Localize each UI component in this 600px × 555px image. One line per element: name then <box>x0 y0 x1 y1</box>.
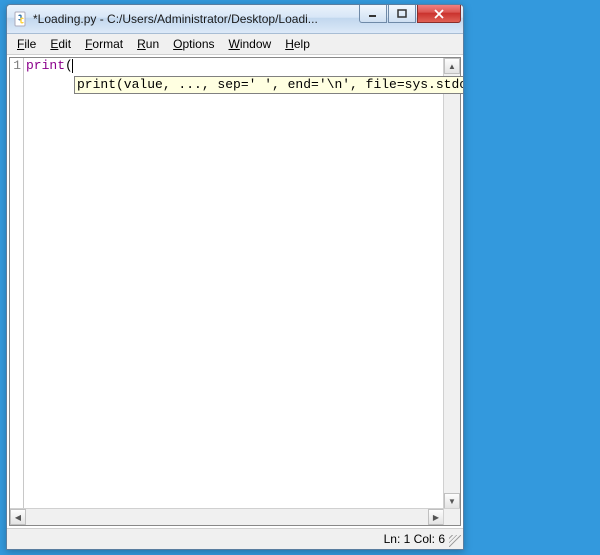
idle-window: *Loading.py - C:/Users/Administrator/Des… <box>6 4 464 550</box>
scroll-left-button[interactable]: ◀ <box>10 509 26 525</box>
scroll-track-horizontal[interactable] <box>26 509 428 525</box>
scroll-corner <box>443 508 460 525</box>
menu-format[interactable]: Format <box>79 36 129 52</box>
cursor-position-status: Ln: 1 Col: 6 <box>384 532 445 546</box>
maximize-icon <box>397 9 407 19</box>
menu-help[interactable]: Help <box>279 36 316 52</box>
chevron-up-icon: ▲ <box>448 62 456 71</box>
close-button[interactable] <box>417 5 461 23</box>
scroll-track-vertical[interactable] <box>444 74 460 493</box>
minimize-button[interactable] <box>359 5 387 23</box>
menubar: File Edit Format Run Options Window Help <box>7 34 463 55</box>
menu-file[interactable]: File <box>11 36 42 52</box>
chevron-down-icon: ▼ <box>448 497 456 506</box>
calltip-tooltip: print(value, ..., sep=' ', end='\n', fil… <box>74 76 463 94</box>
vertical-scrollbar[interactable]: ▲ ▼ <box>443 58 460 509</box>
editor-frame: 1 print( print(value, ..., sep=' ', end=… <box>9 57 461 526</box>
line-number: 1 <box>10 58 21 74</box>
menu-edit[interactable]: Edit <box>44 36 77 52</box>
window-controls <box>359 5 463 33</box>
maximize-button[interactable] <box>388 5 416 23</box>
text-cursor <box>72 59 73 73</box>
line-number-gutter: 1 <box>10 58 24 509</box>
chevron-right-icon: ▶ <box>433 513 439 522</box>
python-file-icon <box>13 11 29 27</box>
menu-run[interactable]: Run <box>131 36 165 52</box>
code-editor[interactable]: print( <box>24 58 444 509</box>
statusbar: Ln: 1 Col: 6 <box>7 528 463 549</box>
scroll-up-button[interactable]: ▲ <box>444 58 460 74</box>
resize-grip-icon[interactable] <box>449 535 461 547</box>
horizontal-scrollbar[interactable]: ◀ ▶ <box>10 508 444 525</box>
token-builtin: print <box>26 58 65 73</box>
minimize-icon <box>368 9 378 19</box>
menu-window[interactable]: Window <box>223 36 278 52</box>
window-title: *Loading.py - C:/Users/Administrator/Des… <box>33 12 359 26</box>
menu-options[interactable]: Options <box>167 36 220 52</box>
scroll-down-button[interactable]: ▼ <box>444 493 460 509</box>
close-icon <box>433 9 445 19</box>
editor-area: 1 print( print(value, ..., sep=' ', end=… <box>7 55 463 528</box>
scroll-right-button[interactable]: ▶ <box>428 509 444 525</box>
titlebar[interactable]: *Loading.py - C:/Users/Administrator/Des… <box>7 5 463 34</box>
chevron-left-icon: ◀ <box>15 513 21 522</box>
